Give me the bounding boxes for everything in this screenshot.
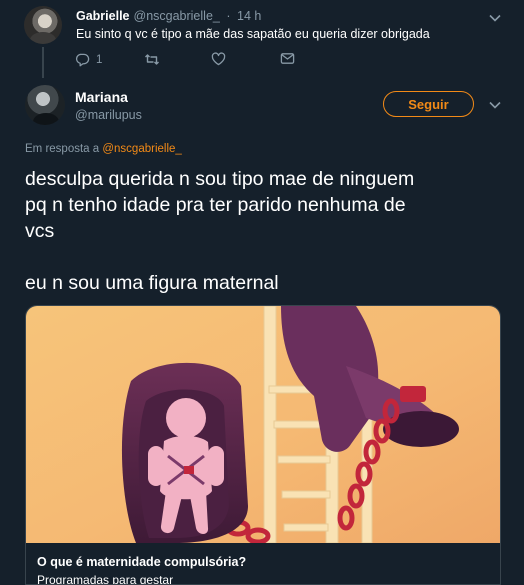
reply-tweet[interactable]: Gabrielle @nscgabrielle_ · 14 h Eu sinto … bbox=[0, 0, 524, 78]
reply-tweet-text: Eu sinto q vc é tipo a mãe das sapatão e… bbox=[76, 27, 430, 41]
timestamp[interactable]: 14 h bbox=[237, 9, 261, 23]
replying-to: Em resposta a @nscgabrielle_ bbox=[25, 143, 182, 155]
replying-prefix: Em resposta a bbox=[25, 143, 100, 155]
chevron-down-icon[interactable] bbox=[486, 9, 504, 27]
author-name[interactable]: Gabrielle bbox=[76, 9, 130, 23]
reply-tweet-header: Gabrielle @nscgabrielle_ · 14 h bbox=[76, 9, 261, 23]
separator: · bbox=[226, 9, 231, 23]
direct-message-button[interactable] bbox=[280, 52, 295, 65]
link-card-description: Programadas para gestar bbox=[37, 573, 174, 585]
reply-button[interactable]: 1 bbox=[75, 52, 102, 67]
thread-line bbox=[42, 47, 44, 78]
avatar[interactable] bbox=[24, 6, 62, 44]
like-icon bbox=[211, 52, 226, 66]
link-card-image[interactable] bbox=[26, 306, 500, 543]
reply-icon bbox=[75, 52, 90, 67]
replying-handle-link[interactable]: @nscgabrielle_ bbox=[102, 143, 181, 155]
tweet-actions: 1 bbox=[75, 52, 335, 68]
tweet-text-line: vcs bbox=[25, 220, 55, 242]
author-handle[interactable]: @nscgabrielle_ bbox=[134, 9, 220, 23]
author-name[interactable]: Mariana bbox=[75, 89, 128, 105]
tweet-text-line: eu n sou uma figura maternal bbox=[25, 272, 279, 294]
reply-count: 1 bbox=[96, 53, 103, 66]
link-card[interactable]: O que é maternidade compulsória? Program… bbox=[25, 305, 501, 585]
like-button[interactable] bbox=[211, 52, 226, 66]
author-handle[interactable]: @marilupus bbox=[75, 108, 142, 122]
tweet-text-line: desculpa querida n sou tipo mae de ningu… bbox=[25, 168, 415, 190]
link-card-title[interactable]: O que é maternidade compulsória? bbox=[37, 555, 246, 569]
retweet-button[interactable] bbox=[144, 52, 160, 67]
follow-button[interactable]: Seguir bbox=[383, 91, 474, 117]
tweet-text-line: pq n tenho idade pra ter parido nenhuma … bbox=[25, 194, 406, 216]
direct-message-icon bbox=[280, 52, 295, 65]
chevron-down-icon[interactable] bbox=[486, 96, 504, 114]
tweet-text: desculpa querida n sou tipo mae de ningu… bbox=[25, 166, 505, 296]
retweet-icon bbox=[144, 52, 160, 67]
avatar[interactable] bbox=[25, 85, 65, 125]
